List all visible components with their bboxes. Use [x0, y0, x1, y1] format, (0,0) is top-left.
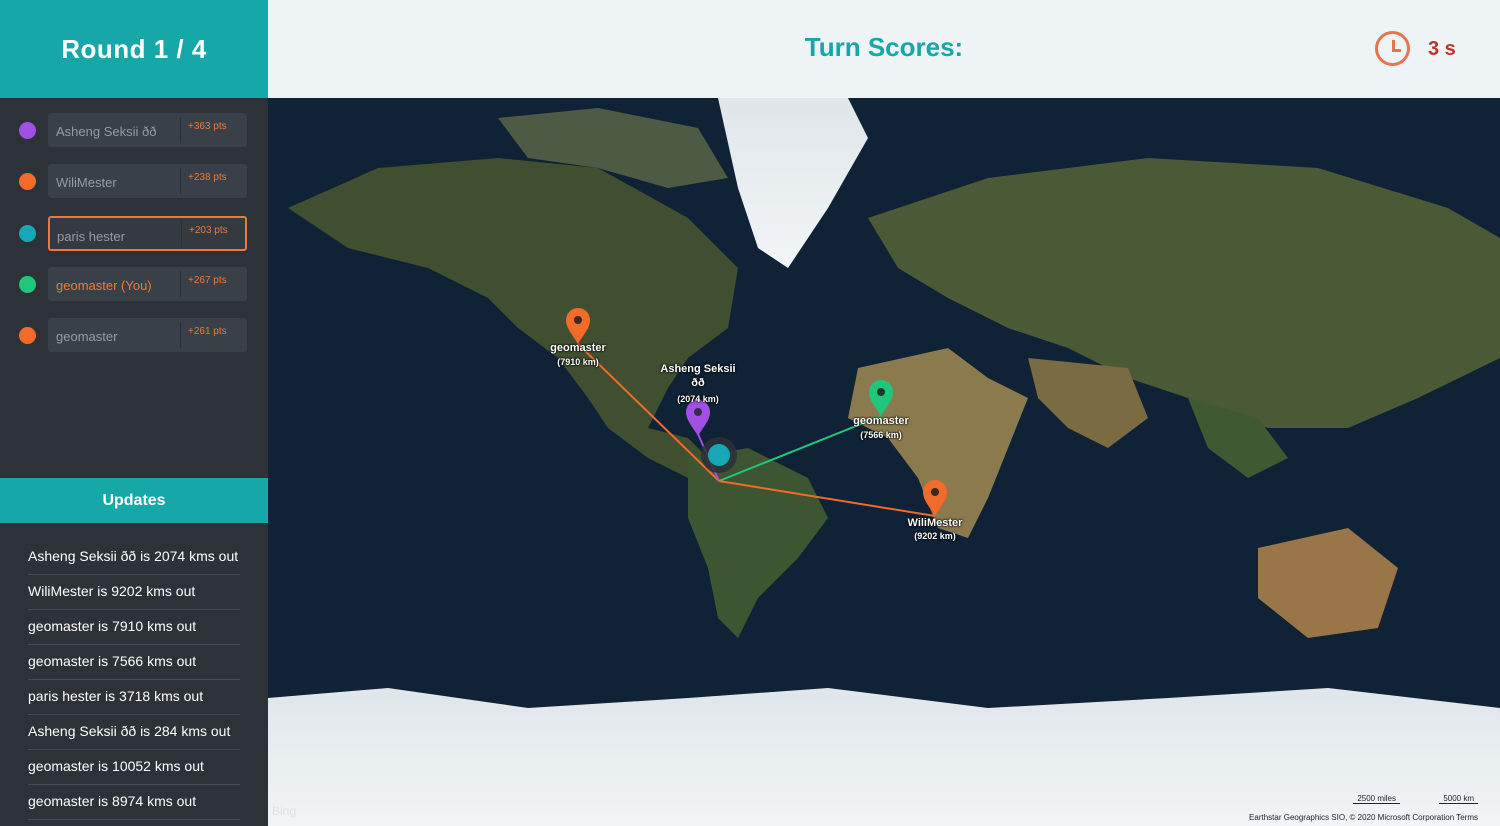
player-points: +238 pts [188, 172, 227, 183]
player-color-dot [19, 276, 36, 293]
updates-list[interactable]: Asheng Seksii ðð is 2074 kms out WiliMes… [28, 540, 240, 820]
marker-distance: (9202 km) [914, 531, 956, 541]
answer-location-dot [708, 444, 730, 466]
divider [181, 221, 182, 247]
scale-bar-miles: 2500 miles [1353, 794, 1400, 804]
marker-label: geomaster [550, 342, 606, 354]
marker-label: ðð [691, 377, 705, 389]
update-item: geomaster is 7910 kms out [28, 610, 240, 645]
divider [180, 322, 181, 348]
player-row[interactable]: paris hester +203 pts [0, 216, 268, 251]
update-item: geomaster is 10052 kms out [28, 750, 240, 785]
update-item: geomaster is 8974 kms out [28, 785, 240, 820]
player-points: +267 pts [188, 275, 227, 286]
marker-distance: (7910 km) [557, 357, 599, 367]
marker-label: Asheng Seksii [660, 363, 736, 375]
update-item: geomaster is 7566 kms out [28, 645, 240, 680]
divider [180, 271, 181, 297]
scale-bar-km: 5000 km [1439, 794, 1478, 804]
divider [180, 168, 181, 194]
player-score-box[interactable]: Asheng Seksii ðð +363 pts [48, 113, 247, 147]
player-row[interactable]: WiliMester +238 pts [0, 164, 268, 198]
player-row[interactable]: Asheng Seksii ðð +363 pts [0, 113, 268, 147]
player-score-box[interactable]: geomaster +261 pts [48, 318, 247, 352]
map-canvas[interactable] [268, 98, 1500, 826]
player-score-box[interactable]: geomaster (You) +267 pts [48, 267, 247, 301]
player-name: geomaster [56, 329, 118, 344]
update-item: Asheng Seksii ðð is 2074 kms out [28, 540, 240, 575]
marker-label: geomaster [853, 415, 909, 427]
updates-header: Updates [0, 478, 268, 523]
player-score-box[interactable]: WiliMester +238 pts [48, 164, 247, 198]
round-header: Round 1 / 4 [0, 0, 268, 98]
player-name-you: geomaster (You) [56, 278, 152, 293]
player-color-dot [19, 327, 36, 344]
marker-label: WiliMester [907, 517, 963, 529]
player-name: paris hester [57, 229, 125, 244]
player-list: Asheng Seksii ðð +363 pts WiliMester +23… [0, 98, 268, 478]
player-name: Asheng Seksii ðð [56, 124, 157, 139]
clock-icon [1375, 31, 1410, 66]
sidebar: Round 1 / 4 Asheng Seksii ðð +363 pts Wi… [0, 0, 268, 826]
world-map[interactable]: geomaster (7910 km) Asheng Seksii ðð (20… [268, 98, 1500, 826]
marker-distance: (2074 km) [677, 394, 719, 404]
antarctica [268, 688, 1500, 826]
player-points: +261 pts [188, 326, 227, 337]
player-name: WiliMester [56, 175, 117, 190]
update-item: paris hester is 3718 kms out [28, 680, 240, 715]
marker-distance: (7566 km) [860, 430, 902, 440]
player-points: +203 pts [189, 225, 228, 236]
player-score-box-selected[interactable]: paris hester +203 pts [48, 216, 247, 251]
player-color-dot [19, 173, 36, 190]
update-item: Asheng Seksii ðð is 284 kms out [28, 715, 240, 750]
player-color-dot [19, 225, 36, 242]
player-points: +363 pts [188, 121, 227, 132]
timer-countdown: 3 s [1428, 38, 1456, 60]
bing-logo: Bing [272, 804, 297, 818]
player-row[interactable]: geomaster +261 pts [0, 318, 268, 352]
round-title: Round 1 / 4 [61, 33, 207, 64]
update-item: WiliMester is 9202 kms out [28, 575, 240, 610]
top-bar: Turn Scores: 3 s [268, 0, 1500, 98]
map-attribution[interactable]: Earthstar Geographics SIO, © 2020 Micros… [1249, 813, 1478, 822]
player-color-dot [19, 122, 36, 139]
player-row[interactable]: geomaster (You) +267 pts [0, 267, 268, 301]
updates-title: Updates [102, 491, 166, 509]
divider [180, 117, 181, 143]
turn-scores-title: Turn Scores: [804, 32, 964, 62]
